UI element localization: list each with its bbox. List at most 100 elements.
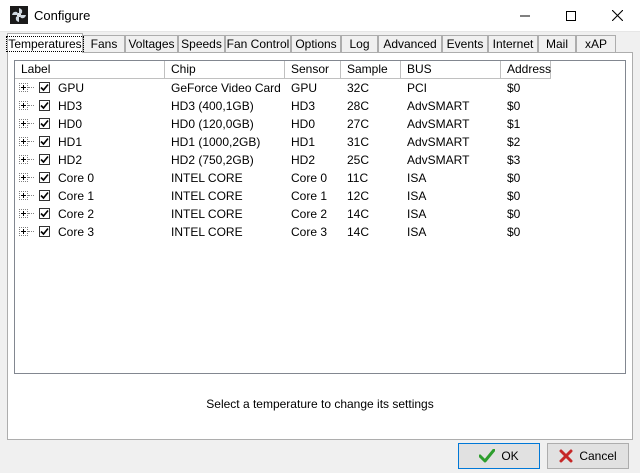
column-header-sensor[interactable]: Sensor [285,61,341,79]
tab-log[interactable]: Log [341,35,378,52]
row-checkbox[interactable] [39,82,50,93]
minimize-icon [520,15,530,16]
row-checkbox[interactable] [39,154,50,165]
tab-mail[interactable]: Mail [538,35,576,52]
tree-connector [28,195,34,197]
table-row[interactable]: Core 1 INTEL CORE Core 1 12C ISA $0 [15,187,625,205]
column-header-bus[interactable]: BUS [401,61,501,79]
tab-internet[interactable]: Internet [488,35,538,52]
cell-label: Core 3 [58,225,95,239]
table-row[interactable]: HD1 HD1 (1000,2GB) HD1 31C AdvSMART $2 [15,133,625,151]
cell-sample: 27C [347,117,370,131]
cell-address: $0 [507,225,521,239]
tab-strip: Temperatures Fans Voltages Speeds Fan Co… [6,33,633,53]
tab-fans[interactable]: Fans [83,35,125,52]
expand-icon[interactable] [19,155,28,164]
tab-options[interactable]: Options [291,35,341,52]
column-header-address[interactable]: Address [501,61,551,79]
table-row[interactable]: HD0 HD0 (120,0GB) HD0 27C AdvSMART $1 [15,115,625,133]
cell-chip: HD1 (1000,2GB) [171,135,261,149]
tab-speeds[interactable]: Speeds [178,35,225,52]
table-row[interactable]: HD2 HD2 (750,2GB) HD2 25C AdvSMART $3 [15,151,625,169]
cell-sensor: HD0 [291,117,316,131]
cell-sample: 31C [347,135,370,149]
cell-label: HD2 [58,153,83,167]
table-row[interactable]: GPU GeForce Video Card GPU 32C PCI $0 [15,79,625,97]
sensor-list[interactable]: Label Chip Sensor Sample BUS Address GPU… [14,60,626,374]
expand-icon[interactable] [19,101,28,110]
cell-sample: 11C [347,171,369,185]
cell-bus: ISA [407,171,427,185]
tab-fan-control[interactable]: Fan Control [225,35,291,52]
column-header-sample[interactable]: Sample [341,61,401,79]
tree-connector [28,105,34,107]
cell-bus: ISA [407,189,427,203]
cell-chip: INTEL CORE [171,225,243,239]
tree-connector [28,141,34,143]
maximize-button[interactable] [548,0,594,31]
expand-icon[interactable] [19,191,28,200]
expand-icon[interactable] [19,137,28,146]
minimize-button[interactable] [502,0,548,31]
cell-bus: AdvSMART [407,99,470,113]
column-header-label[interactable]: Label [15,61,165,79]
cell-bus: AdvSMART [407,135,470,149]
row-checkbox[interactable] [39,208,50,219]
cell-label: GPU [58,81,85,95]
tab-temperatures[interactable]: Temperatures [6,33,84,53]
close-icon [611,10,623,21]
x-icon [559,449,573,463]
maximize-icon [566,10,576,21]
tab-advanced[interactable]: Advanced [378,35,442,52]
cell-address: $0 [507,81,521,95]
expand-icon[interactable] [19,209,28,218]
table-row[interactable]: Core 3 INTEL CORE Core 3 14C ISA $0 [15,223,625,241]
column-header-chip[interactable]: Chip [165,61,285,79]
tab-voltages[interactable]: Voltages [125,35,178,52]
cell-address: $0 [507,207,521,221]
cell-label: HD0 [58,117,83,131]
cell-sample: 14C [347,225,370,239]
title-bar: Configure [0,0,640,32]
table-row[interactable]: Core 0 INTEL CORE Core 0 11C ISA $0 [15,169,625,187]
row-checkbox[interactable] [39,172,50,183]
cell-address: $0 [507,99,521,113]
expand-icon[interactable] [19,173,28,182]
expand-icon[interactable] [19,227,28,236]
cell-sample: 25C [347,153,370,167]
tree-connector [28,87,34,89]
tree-connector [28,123,34,125]
tab-xap[interactable]: xAP [576,35,616,52]
expand-icon[interactable] [19,119,28,128]
cancel-button-label: Cancel [579,449,617,463]
ok-button[interactable]: OK [458,443,540,469]
close-button[interactable] [594,0,640,31]
cell-chip: INTEL CORE [171,189,243,203]
cell-sensor: HD3 [291,99,316,113]
cell-bus: PCI [407,81,428,95]
cell-sensor: HD1 [291,135,316,149]
cell-chip: HD0 (120,0GB) [171,117,254,131]
row-checkbox[interactable] [39,136,50,147]
check-icon [479,449,496,463]
cell-sensor: Core 3 [291,225,328,239]
cancel-button[interactable]: Cancel [547,443,629,469]
app-icon [10,6,28,24]
row-checkbox[interactable] [39,118,50,129]
cell-chip: HD3 (400,1GB) [171,99,254,113]
cell-sample: 32C [347,81,370,95]
table-row[interactable]: Core 2 INTEL CORE Core 2 14C ISA $0 [15,205,625,223]
tree-connector [28,231,34,233]
cell-sensor: Core 2 [291,207,328,221]
table-row[interactable]: HD3 HD3 (400,1GB) HD3 28C AdvSMART $0 [15,97,625,115]
cell-label: Core 1 [58,189,95,203]
tab-events[interactable]: Events [442,35,488,52]
tree-connector [28,213,34,215]
ok-button-label: OK [501,449,519,463]
row-checkbox[interactable] [39,226,50,237]
row-checkbox[interactable] [39,100,50,111]
expand-icon[interactable] [19,83,28,92]
cell-label: Core 2 [58,207,95,221]
temperatures-panel: Label Chip Sensor Sample BUS Address GPU… [7,52,633,440]
row-checkbox[interactable] [39,190,50,201]
